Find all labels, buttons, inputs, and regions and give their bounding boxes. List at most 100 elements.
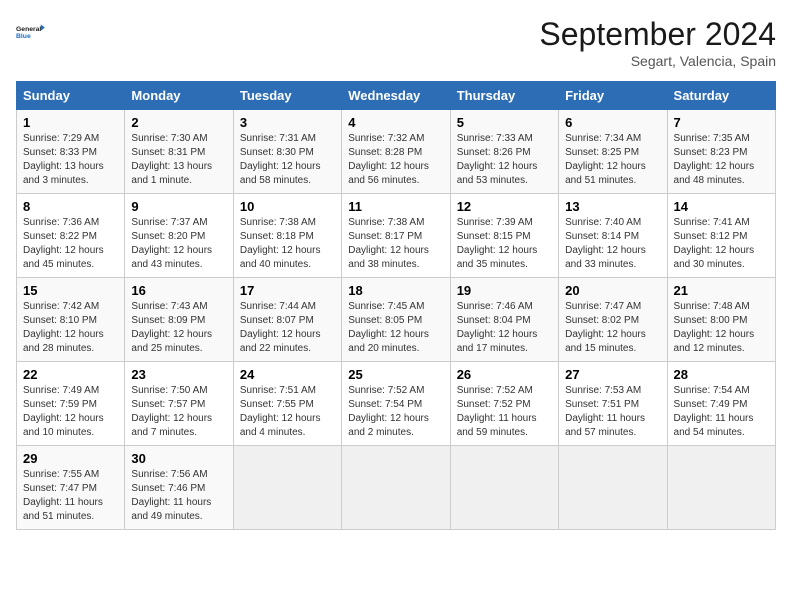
day-number: 20: [565, 283, 660, 298]
logo-icon: GeneralBlue: [16, 16, 48, 48]
day-info: Sunrise: 7:47 AM Sunset: 8:02 PM Dayligh…: [565, 300, 660, 356]
svg-text:General: General: [16, 26, 41, 33]
day-info: Sunrise: 7:42 AM Sunset: 8:10 PM Dayligh…: [23, 300, 118, 356]
day-info: Sunrise: 7:37 AM Sunset: 8:20 PM Dayligh…: [131, 216, 226, 272]
day-info: Sunrise: 7:43 AM Sunset: 8:09 PM Dayligh…: [131, 300, 226, 356]
calendar-cell: [233, 446, 341, 530]
day-info: Sunrise: 7:46 AM Sunset: 8:04 PM Dayligh…: [457, 300, 552, 356]
day-number: 12: [457, 199, 552, 214]
day-info: Sunrise: 7:45 AM Sunset: 8:05 PM Dayligh…: [348, 300, 443, 356]
calendar-week-5: 29 Sunrise: 7:55 AM Sunset: 7:47 PM Dayli…: [17, 446, 776, 530]
calendar-cell: 25 Sunrise: 7:52 AM Sunset: 7:54 PM Dayli…: [342, 362, 450, 446]
day-number: 25: [348, 367, 443, 382]
day-info: Sunrise: 7:29 AM Sunset: 8:33 PM Dayligh…: [23, 132, 118, 188]
calendar-cell: 29 Sunrise: 7:55 AM Sunset: 7:47 PM Dayli…: [17, 446, 125, 530]
calendar-cell: 22 Sunrise: 7:49 AM Sunset: 7:59 PM Dayli…: [17, 362, 125, 446]
day-number: 19: [457, 283, 552, 298]
day-info: Sunrise: 7:35 AM Sunset: 8:23 PM Dayligh…: [674, 132, 769, 188]
day-info: Sunrise: 7:51 AM Sunset: 7:55 PM Dayligh…: [240, 384, 335, 440]
day-number: 6: [565, 115, 660, 130]
calendar-cell: 27 Sunrise: 7:53 AM Sunset: 7:51 PM Dayli…: [559, 362, 667, 446]
calendar-header-row: SundayMondayTuesdayWednesdayThursdayFrid…: [17, 82, 776, 110]
header-saturday: Saturday: [667, 82, 775, 110]
calendar-cell: 3 Sunrise: 7:31 AM Sunset: 8:30 PM Daylig…: [233, 110, 341, 194]
day-info: Sunrise: 7:48 AM Sunset: 8:00 PM Dayligh…: [674, 300, 769, 356]
day-info: Sunrise: 7:31 AM Sunset: 8:30 PM Dayligh…: [240, 132, 335, 188]
calendar-cell: 13 Sunrise: 7:40 AM Sunset: 8:14 PM Dayli…: [559, 194, 667, 278]
day-info: Sunrise: 7:50 AM Sunset: 7:57 PM Dayligh…: [131, 384, 226, 440]
calendar-cell: 12 Sunrise: 7:39 AM Sunset: 8:15 PM Dayli…: [450, 194, 558, 278]
day-number: 7: [674, 115, 769, 130]
calendar-cell: 5 Sunrise: 7:33 AM Sunset: 8:26 PM Daylig…: [450, 110, 558, 194]
day-number: 29: [23, 451, 118, 466]
header-monday: Monday: [125, 82, 233, 110]
day-number: 18: [348, 283, 443, 298]
day-number: 5: [457, 115, 552, 130]
calendar-cell: 20 Sunrise: 7:47 AM Sunset: 8:02 PM Dayli…: [559, 278, 667, 362]
day-info: Sunrise: 7:36 AM Sunset: 8:22 PM Dayligh…: [23, 216, 118, 272]
day-info: Sunrise: 7:39 AM Sunset: 8:15 PM Dayligh…: [457, 216, 552, 272]
calendar-week-1: 1 Sunrise: 7:29 AM Sunset: 8:33 PM Daylig…: [17, 110, 776, 194]
day-number: 1: [23, 115, 118, 130]
day-info: Sunrise: 7:38 AM Sunset: 8:18 PM Dayligh…: [240, 216, 335, 272]
day-number: 4: [348, 115, 443, 130]
day-number: 21: [674, 283, 769, 298]
day-number: 10: [240, 199, 335, 214]
calendar-cell: [559, 446, 667, 530]
calendar-cell: 18 Sunrise: 7:45 AM Sunset: 8:05 PM Dayli…: [342, 278, 450, 362]
day-info: Sunrise: 7:40 AM Sunset: 8:14 PM Dayligh…: [565, 216, 660, 272]
day-info: Sunrise: 7:34 AM Sunset: 8:25 PM Dayligh…: [565, 132, 660, 188]
calendar-cell: 11 Sunrise: 7:38 AM Sunset: 8:17 PM Dayli…: [342, 194, 450, 278]
day-number: 22: [23, 367, 118, 382]
day-info: Sunrise: 7:41 AM Sunset: 8:12 PM Dayligh…: [674, 216, 769, 272]
main-title: September 2024: [539, 16, 776, 53]
day-number: 14: [674, 199, 769, 214]
subtitle: Segart, Valencia, Spain: [539, 53, 776, 69]
day-number: 28: [674, 367, 769, 382]
calendar-table: SundayMondayTuesdayWednesdayThursdayFrid…: [16, 81, 776, 530]
day-info: Sunrise: 7:33 AM Sunset: 8:26 PM Dayligh…: [457, 132, 552, 188]
day-number: 27: [565, 367, 660, 382]
header-wednesday: Wednesday: [342, 82, 450, 110]
calendar-cell: 9Sunrise: 7:37 AM Sunset: 8:20 PM Daylig…: [125, 194, 233, 278]
day-number: 11: [348, 199, 443, 214]
calendar-cell: 4 Sunrise: 7:32 AM Sunset: 8:28 PM Daylig…: [342, 110, 450, 194]
calendar-week-3: 15Sunrise: 7:42 AM Sunset: 8:10 PM Dayli…: [17, 278, 776, 362]
day-info: Sunrise: 7:38 AM Sunset: 8:17 PM Dayligh…: [348, 216, 443, 272]
calendar-cell: [450, 446, 558, 530]
day-number: 13: [565, 199, 660, 214]
day-info: Sunrise: 7:53 AM Sunset: 7:51 PM Dayligh…: [565, 384, 660, 440]
calendar-cell: 7 Sunrise: 7:35 AM Sunset: 8:23 PM Daylig…: [667, 110, 775, 194]
day-info: Sunrise: 7:30 AM Sunset: 8:31 PM Dayligh…: [131, 132, 226, 188]
calendar-cell: 15Sunrise: 7:42 AM Sunset: 8:10 PM Dayli…: [17, 278, 125, 362]
day-number: 16: [131, 283, 226, 298]
calendar-cell: 10 Sunrise: 7:38 AM Sunset: 8:18 PM Dayli…: [233, 194, 341, 278]
day-number: 24: [240, 367, 335, 382]
header-friday: Friday: [559, 82, 667, 110]
calendar-cell: 16 Sunrise: 7:43 AM Sunset: 8:09 PM Dayli…: [125, 278, 233, 362]
calendar-cell: 28Sunrise: 7:54 AM Sunset: 7:49 PM Dayli…: [667, 362, 775, 446]
day-number: 17: [240, 283, 335, 298]
calendar-cell: 26Sunrise: 7:52 AM Sunset: 7:52 PM Dayli…: [450, 362, 558, 446]
day-info: Sunrise: 7:52 AM Sunset: 7:54 PM Dayligh…: [348, 384, 443, 440]
calendar-cell: 14 Sunrise: 7:41 AM Sunset: 8:12 PM Dayli…: [667, 194, 775, 278]
header-tuesday: Tuesday: [233, 82, 341, 110]
day-number: 30: [131, 451, 226, 466]
header-sunday: Sunday: [17, 82, 125, 110]
day-info: Sunrise: 7:32 AM Sunset: 8:28 PM Dayligh…: [348, 132, 443, 188]
calendar-cell: 21 Sunrise: 7:48 AM Sunset: 8:00 PM Dayli…: [667, 278, 775, 362]
calendar-cell: 19 Sunrise: 7:46 AM Sunset: 8:04 PM Dayli…: [450, 278, 558, 362]
day-info: Sunrise: 7:44 AM Sunset: 8:07 PM Dayligh…: [240, 300, 335, 356]
day-number: 3: [240, 115, 335, 130]
calendar-cell: 23Sunrise: 7:50 AM Sunset: 7:57 PM Dayli…: [125, 362, 233, 446]
day-info: Sunrise: 7:55 AM Sunset: 7:47 PM Dayligh…: [23, 468, 118, 524]
day-info: Sunrise: 7:56 AM Sunset: 7:46 PM Dayligh…: [131, 468, 226, 524]
calendar-week-2: 8Sunrise: 7:36 AM Sunset: 8:22 PM Daylig…: [17, 194, 776, 278]
day-number: 2: [131, 115, 226, 130]
calendar-cell: 30 Sunrise: 7:56 AM Sunset: 7:46 PM Dayli…: [125, 446, 233, 530]
day-info: Sunrise: 7:49 AM Sunset: 7:59 PM Dayligh…: [23, 384, 118, 440]
page-header: GeneralBlue September 2024 Segart, Valen…: [16, 16, 776, 69]
calendar-cell: 17 Sunrise: 7:44 AM Sunset: 8:07 PM Dayli…: [233, 278, 341, 362]
calendar-cell: 8Sunrise: 7:36 AM Sunset: 8:22 PM Daylig…: [17, 194, 125, 278]
calendar-cell: 2 Sunrise: 7:30 AM Sunset: 8:31 PM Daylig…: [125, 110, 233, 194]
